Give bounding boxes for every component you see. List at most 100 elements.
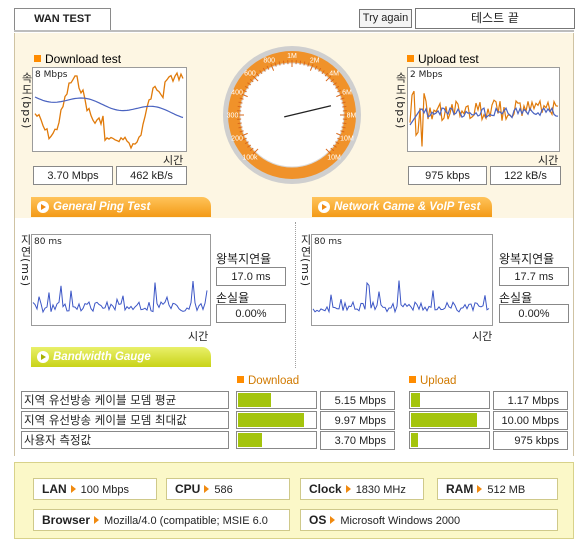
bullet-icon <box>237 376 244 383</box>
download-chart-svg <box>34 71 184 150</box>
browser-label: Browser <box>42 513 91 527</box>
download-bar-value: 3.70 Mbps <box>320 431 395 450</box>
upload-speed-kbps: 975 kbps <box>408 166 487 185</box>
os-value: Microsoft Windows 2000 <box>340 515 461 527</box>
general-ping-rtt-value: 17.0 ms <box>216 267 286 286</box>
gauge-tick-label: 1M <box>287 53 297 60</box>
browser-value: Mozilla/4.0 (compatible; MSIE 6.0 <box>104 515 268 527</box>
game-ping-chart-svg <box>312 280 490 314</box>
upload-bar-fill <box>411 413 477 427</box>
cpu-label: CPU <box>175 482 201 496</box>
gauge-tick <box>237 122 242 125</box>
try-again-button[interactable]: Try again <box>359 9 412 28</box>
bandwidth-download-header: Download <box>237 375 299 387</box>
download-y-max: 8 Mbps <box>35 70 68 80</box>
gauge-tick-label: 100k <box>242 155 258 162</box>
gauge-tick <box>237 105 242 108</box>
cpu-value: 586 <box>214 484 233 496</box>
ram-info: RAM 512 MB <box>437 478 558 500</box>
download-bar-value: 9.97 Mbps <box>320 411 395 430</box>
upload-speed-kbs: 122 kB/s <box>490 166 561 185</box>
gauge-tick <box>282 60 285 65</box>
bullet-icon <box>409 376 416 383</box>
gauge-tick-label: 800 <box>263 58 275 65</box>
upload-title: Upload test <box>407 52 479 66</box>
bandwidth-header: Bandwidth Gauge <box>31 347 211 367</box>
arrow-icon <box>94 516 100 524</box>
general-ping-y-max: 80 ms <box>34 237 62 247</box>
upload-bar-value: 975 kbps <box>493 431 568 450</box>
game-ping-series-line <box>312 280 490 314</box>
lan-label: LAN <box>42 482 67 496</box>
game-ping-chart: 80 ms <box>311 234 493 326</box>
download-average-line <box>34 96 184 119</box>
download-title: Download test <box>34 52 121 66</box>
clock-value: 1830 MHz <box>355 484 406 496</box>
general-ping-x-axis-label: 시간 <box>188 330 209 343</box>
arrow-icon <box>70 485 76 493</box>
tab-divider <box>14 30 574 32</box>
arrow-icon <box>477 485 483 493</box>
game-ping-header: Network Game & VoIP Test <box>312 197 492 217</box>
os-info: OS Microsoft Windows 2000 <box>300 509 558 531</box>
gauge-tick <box>342 105 347 108</box>
game-ping-y-max: 80 ms <box>314 237 342 247</box>
upload-bar <box>409 391 490 409</box>
gauge-tick <box>299 60 302 65</box>
bandwidth-row-label: 지역 유선방송 케이블 모뎀 최대값 <box>21 411 229 429</box>
speed-gauge: 100k 200 300 400 600 800 1M 2M 4M 6M 8M 10M 10M <box>223 46 361 184</box>
gauge-tick <box>342 122 347 125</box>
upload-bar <box>409 431 490 449</box>
download-bar-fill <box>238 433 262 447</box>
ram-label: RAM <box>446 482 474 496</box>
bullet-icon <box>407 55 414 62</box>
bullet-icon <box>34 55 41 62</box>
gauge-tick-label: 6M <box>342 90 352 97</box>
bandwidth-row-label: 사용자 측정값 <box>21 431 229 449</box>
status-field: 테스트 끝 <box>415 8 575 29</box>
game-ping-loss-value: 0.00% <box>499 304 569 323</box>
lan-info: LAN 100 Mbps <box>33 478 157 500</box>
bandwidth-upload-header: Upload <box>409 375 456 387</box>
clock-info: Clock 1830 MHz <box>300 478 424 500</box>
upload-y-axis-label: 속도(bps) <box>394 72 407 130</box>
tab-wan-test[interactable]: WAN TEST <box>14 8 111 30</box>
upload-chart-svg <box>409 90 559 147</box>
upload-bar-value: 1.17 Mbps <box>493 391 568 410</box>
gauge-tick-label: 10M <box>340 135 354 142</box>
gauge-tick-label: 300 <box>227 113 239 120</box>
bandwidth-row-label: 지역 유선방송 케이블 모뎀 평균 <box>21 391 229 409</box>
gauge-tick-label: 4M <box>329 70 339 77</box>
general-ping-chart-svg <box>32 280 208 314</box>
arrow-icon <box>330 516 336 524</box>
download-bar-fill <box>238 393 271 407</box>
download-series-line <box>34 71 184 150</box>
arrow-icon <box>204 485 210 493</box>
download-speed-kbs: 462 kB/s <box>116 166 187 185</box>
gauge-tick-label: 10M <box>327 155 341 162</box>
download-bar <box>236 391 317 409</box>
general-ping-loss-value: 0.00% <box>216 304 286 323</box>
panel-divider <box>295 222 296 368</box>
gauge-tick-label: 200 <box>231 135 243 142</box>
general-ping-header: General Ping Test <box>31 197 211 217</box>
general-ping-rtt-label: 왕복지연율 <box>216 252 272 266</box>
arrow-icon <box>318 201 330 213</box>
os-label: OS <box>309 513 327 527</box>
general-ping-chart: 80 ms <box>31 234 211 326</box>
download-bar <box>236 411 317 429</box>
upload-chart: 2 Mbps <box>407 67 560 152</box>
gauge-tick-label: 8M <box>347 113 357 120</box>
clock-label: Clock <box>309 482 342 496</box>
browser-info: Browser Mozilla/4.0 (compatible; MSIE 6.0 <box>33 509 290 531</box>
game-ping-rtt-value: 17.7 ms <box>499 267 569 286</box>
upload-bar-fill <box>411 433 418 447</box>
gauge-tick-label: 2M <box>310 58 320 65</box>
upload-bar <box>409 411 490 429</box>
lan-value: 100 Mbps <box>80 484 129 496</box>
game-ping-rtt-label: 왕복지연율 <box>499 252 555 266</box>
download-bar <box>236 431 317 449</box>
arrow-icon <box>37 201 49 213</box>
arrow-icon <box>37 351 49 363</box>
upload-series-line <box>409 90 559 147</box>
